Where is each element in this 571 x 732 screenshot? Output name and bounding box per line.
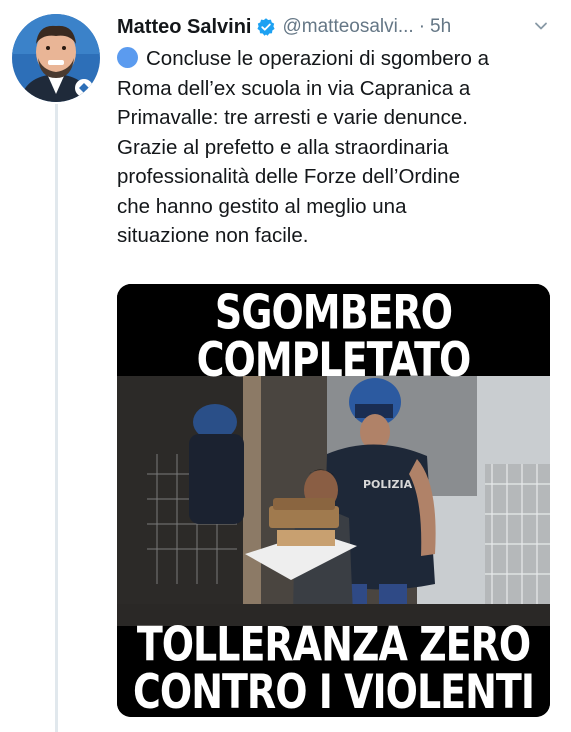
tweet-timestamp[interactable]: 5h <box>430 16 451 38</box>
separator-dot: · <box>418 16 426 37</box>
tweet-text-body: Concluse le operazioni di sgombero a Rom… <box>117 47 490 247</box>
tweet-header: Matteo Salvini @matteosalvi... · 5h <box>117 12 557 42</box>
caption-top: SGOMBERO COMPLETATO <box>196 284 472 388</box>
tweet-text: Concluse le operazioni di sgombero a Rom… <box>117 44 562 251</box>
author-name[interactable]: Matteo Salvini <box>117 16 251 39</box>
author-handle[interactable]: @matteosalvi... <box>282 16 413 38</box>
caption-bottom: TOLLERANZA ZERO CONTRO I VIOLENTI <box>133 616 535 717</box>
verified-badge-icon <box>256 17 276 37</box>
vest-text: POLIZIA <box>363 478 413 491</box>
tweet-media-image[interactable]: POLIZIA SGOMBERO COMPLETATO TOLLERANZA Z… <box>117 284 550 717</box>
chevron-down-icon[interactable] <box>533 18 549 39</box>
avatar[interactable] <box>12 14 100 102</box>
avatar-image <box>12 14 100 102</box>
thread-line <box>55 104 58 732</box>
blue-circle-emoji-icon <box>117 47 138 68</box>
